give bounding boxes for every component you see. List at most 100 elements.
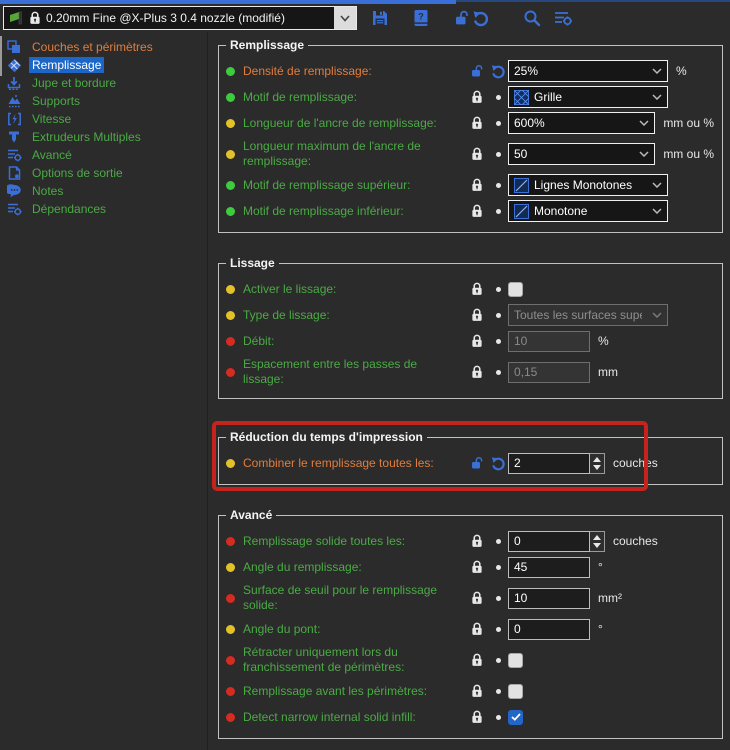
extruder-icon	[6, 129, 22, 145]
help-book-button[interactable]: ?	[413, 7, 429, 29]
option-level-dot	[226, 310, 235, 320]
chevron-down-icon	[634, 151, 654, 157]
setting-label: Densité de remplissage:	[243, 63, 372, 78]
sidebar-item-notes[interactable]: Notes	[0, 182, 207, 200]
sidebar-item-avance[interactable]: Avancé	[0, 146, 207, 164]
option-level-dot	[226, 66, 235, 76]
diagonal-lines-pattern-icon	[514, 203, 529, 219]
save-preset-button[interactable]	[371, 7, 389, 29]
undo-icon[interactable]	[488, 64, 508, 79]
lock-icon[interactable]	[466, 534, 488, 548]
spinner-buttons[interactable]	[590, 452, 605, 474]
option-level-dot	[226, 206, 235, 216]
preset-lock-icon	[29, 11, 41, 25]
tab-strip-line	[456, 0, 730, 2]
sync-dot	[495, 120, 501, 126]
infill-density-combobox[interactable]: 25%	[508, 60, 668, 82]
sidebar-item-supports[interactable]: Supports	[0, 92, 207, 110]
spinner-buttons[interactable]	[590, 530, 605, 552]
sidebar-item-remplissage[interactable]: Remplissage	[0, 56, 207, 74]
unit-label: couches	[613, 534, 658, 548]
bridge-angle-input[interactable]: 0	[508, 618, 590, 640]
unit-label: %	[676, 64, 687, 78]
sync-dot	[495, 151, 501, 157]
lock-icon[interactable]	[466, 90, 488, 104]
solid-infill-threshold-input[interactable]: 10	[508, 587, 590, 609]
bottom-fill-pattern-combobox[interactable]: Monotone	[508, 200, 668, 222]
preset-toolbar: 0.20mm Fine @X-Plus 3 0.4 nozzle (modifi…	[0, 4, 730, 32]
lock-icon[interactable]	[466, 653, 488, 667]
lock-icon[interactable]	[466, 178, 488, 192]
row-infill-density: Densité de remplissage: 25% %	[226, 58, 714, 84]
solid-infill-every-layers-input[interactable]: 0	[508, 530, 590, 552]
supports-icon	[6, 93, 22, 109]
row-infill-every-layers: Combiner le remplissage toutes les: 2 co…	[226, 450, 714, 476]
row-top-fill-pattern: Motif de remplissage supérieur: Lignes M…	[226, 172, 714, 198]
only-retract-crossing-perimeters-checkbox[interactable]	[508, 652, 523, 668]
group-title: Lissage	[226, 256, 279, 270]
infill-anchor-max-combobox[interactable]: 50	[508, 143, 656, 165]
row-ironing-flowrate: Débit: 10 %	[226, 328, 714, 354]
sync-dot	[495, 182, 501, 188]
lock-icon[interactable]	[466, 147, 488, 161]
infill-anchor-combobox[interactable]: 600%	[508, 112, 656, 134]
search-button[interactable]	[523, 7, 541, 29]
sidebar-item-label: Options de sortie	[32, 166, 123, 180]
lock-icon[interactable]	[466, 684, 488, 698]
option-level-dot	[226, 284, 235, 294]
ironing-type-combobox: Toutes les surfaces supé	[508, 304, 668, 326]
chevron-down-icon[interactable]	[334, 7, 356, 29]
sidebar-item-jupe-et-bordure[interactable]: Jupe et bordure	[0, 74, 207, 92]
preset-select[interactable]: 0.20mm Fine @X-Plus 3 0.4 nozzle (modifi…	[3, 6, 357, 30]
sidebar-item-label: Jupe et bordure	[32, 76, 117, 90]
fill-pattern-combobox[interactable]: Grille	[508, 86, 668, 108]
fill-angle-input[interactable]: 45	[508, 556, 590, 578]
setting-label: Longueur de l'ancre de remplissage:	[243, 115, 437, 130]
sidebar-item-extrudeurs-multiples[interactable]: Extrudeurs Multiples	[0, 128, 207, 146]
row-ironing-type: Type de lissage: Toutes les surfaces sup…	[226, 302, 714, 328]
detect-narrow-solid-infill-checkbox[interactable]	[508, 709, 523, 725]
unlock-icon[interactable]	[466, 64, 488, 78]
mode-settings-button[interactable]	[553, 7, 573, 29]
row-bottom-fill-pattern: Motif de remplissage inférieur: Monotone	[226, 198, 714, 224]
infill-every-layers-input[interactable]: 2	[508, 452, 590, 474]
ironing-flowrate-input: 10	[508, 330, 590, 352]
lock-icon[interactable]	[466, 622, 488, 636]
option-level-dot	[226, 712, 235, 722]
lock-icon[interactable]	[466, 365, 488, 379]
unlock-reset-button[interactable]	[455, 7, 489, 29]
row-solid-infill-threshold: Surface de seuil pour le remplissage sol…	[226, 580, 714, 616]
lock-icon[interactable]	[466, 204, 488, 218]
unit-label: mm ou %	[663, 147, 714, 161]
setting-label: Angle du remplissage:	[243, 559, 362, 574]
sidebar-item-options-de-sortie[interactable]: Options de sortie	[0, 164, 207, 182]
group-reduction-temps-impression: Réduction du temps d'impression Combiner…	[212, 421, 723, 491]
ironing-enable-checkbox[interactable]	[508, 281, 523, 297]
undo-icon[interactable]	[488, 456, 508, 471]
top-fill-pattern-combobox[interactable]: Lignes Monotones	[508, 174, 668, 196]
lock-icon[interactable]	[466, 116, 488, 130]
lock-icon[interactable]	[466, 710, 488, 724]
setting-label: Activer le lissage:	[243, 281, 337, 296]
lock-icon[interactable]	[466, 308, 488, 322]
chevron-down-icon	[647, 182, 667, 188]
sidebar-item-label: Vitesse	[32, 112, 72, 126]
infill-first-checkbox[interactable]	[508, 683, 523, 699]
option-level-dot	[226, 624, 235, 634]
lock-icon[interactable]	[466, 282, 488, 296]
sidebar-item-couches-et-perimetres[interactable]: Couches et périmètres	[0, 38, 207, 56]
unit-label: °	[598, 560, 603, 574]
lock-icon[interactable]	[466, 334, 488, 348]
sidebar-item-label: Dépendances	[32, 202, 107, 216]
setting-label: Surface de seuil pour le remplissage sol…	[243, 583, 438, 612]
row-infill-first: Remplissage avant les périmètres:	[226, 678, 714, 704]
lock-icon[interactable]	[466, 591, 488, 605]
sidebar-item-vitesse[interactable]: Vitesse	[0, 110, 207, 128]
sync-dot	[495, 312, 501, 318]
unlock-icon[interactable]	[466, 456, 488, 470]
lock-icon[interactable]	[466, 560, 488, 574]
diagonal-lines-pattern-icon	[514, 177, 529, 193]
chevron-down-icon	[647, 208, 667, 214]
sidebar-item-dependances[interactable]: Dépendances	[0, 200, 207, 218]
setting-label: Type de lissage:	[243, 307, 330, 322]
